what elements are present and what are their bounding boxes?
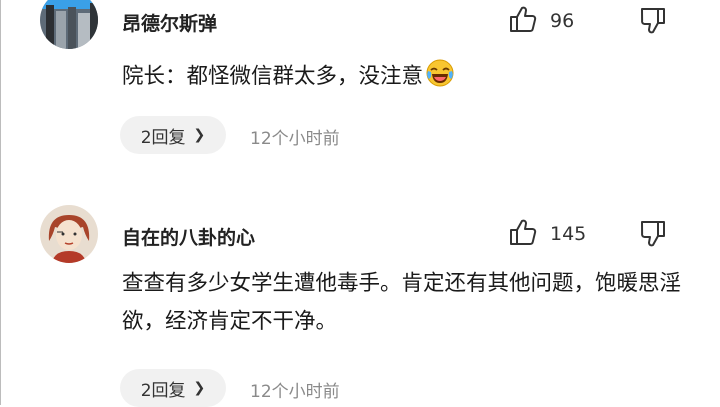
- replies-button[interactable]: 2回复 ❯: [120, 116, 226, 154]
- like-button[interactable]: 96: [508, 4, 574, 38]
- comment-body: 院长：都怪微信群太多，没注意: [122, 64, 424, 89]
- comment-text: 查查有多少女学生遭他毒手。肯定还有其他问题，饱暖思淫欲，经济肯定不干净。: [122, 271, 682, 334]
- thumbs-down-icon: [638, 8, 668, 40]
- comment-text: 院长：都怪微信群太多，没注意: [122, 58, 682, 101]
- like-button[interactable]: 145: [508, 217, 586, 251]
- thumbs-down-icon: [638, 221, 668, 253]
- like-count: 145: [550, 223, 587, 245]
- chevron-right-icon: ❯: [193, 127, 206, 143]
- timestamp: 12个小时前: [250, 382, 340, 402]
- thumbs-up-icon: [508, 217, 538, 251]
- username[interactable]: 昂德尔斯弹: [122, 9, 217, 36]
- tears-of-joy-emoji-icon: [425, 58, 455, 101]
- username[interactable]: 自在的八卦的心: [122, 223, 255, 250]
- timestamp: 12个小时前: [250, 129, 340, 149]
- thumbs-up-icon: [508, 4, 538, 38]
- replies-label: 2回复: [140, 380, 186, 401]
- avatar[interactable]: [40, 205, 98, 263]
- dislike-button[interactable]: [638, 6, 668, 40]
- left-border: [0, 0, 1, 405]
- replies-label: 2回复: [140, 127, 186, 148]
- dislike-button[interactable]: [638, 219, 668, 253]
- replies-button[interactable]: 2回复 ❯: [120, 369, 226, 407]
- chevron-right-icon: ❯: [193, 380, 206, 396]
- avatar[interactable]: [40, 0, 98, 49]
- like-count: 96: [550, 10, 575, 32]
